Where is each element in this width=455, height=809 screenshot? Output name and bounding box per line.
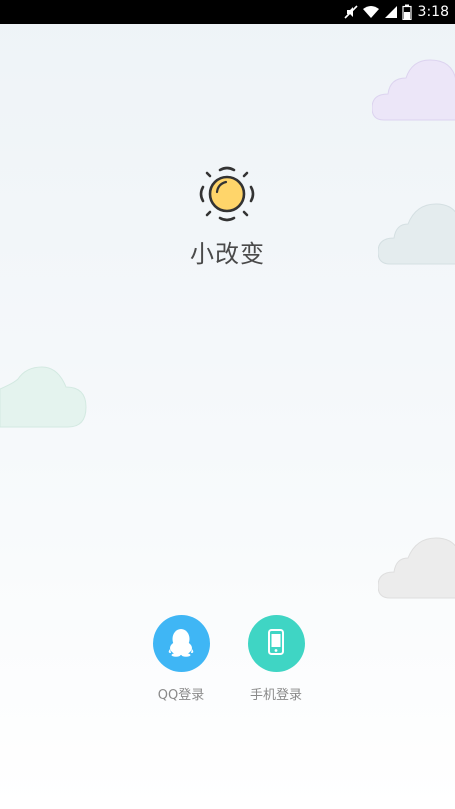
sun-icon <box>198 165 256 223</box>
qq-login-button[interactable]: QQ登录 <box>141 615 221 703</box>
cloud-purple <box>372 58 455 122</box>
status-time: 3:18 <box>417 4 449 20</box>
status-bar: 3:18 <box>0 0 455 24</box>
qq-login-label: QQ登录 <box>157 688 205 703</box>
app-title: 小改变 <box>190 240 265 268</box>
battery-icon <box>401 4 412 20</box>
phone-login-circle[interactable] <box>247 615 305 672</box>
phone-icon <box>267 628 285 659</box>
muted-icon <box>343 4 358 20</box>
cloud-green <box>0 365 88 429</box>
phone-login-label: 手机登录 <box>249 688 302 703</box>
phone-login-button[interactable]: 手机登录 <box>236 615 316 703</box>
qq-login-circle[interactable] <box>152 615 210 672</box>
qq-penguin-icon <box>168 627 194 661</box>
status-icons: 3:18 <box>343 0 449 24</box>
cloud-gray <box>378 536 455 600</box>
wifi-icon <box>362 5 380 19</box>
signal-icon <box>384 5 398 19</box>
